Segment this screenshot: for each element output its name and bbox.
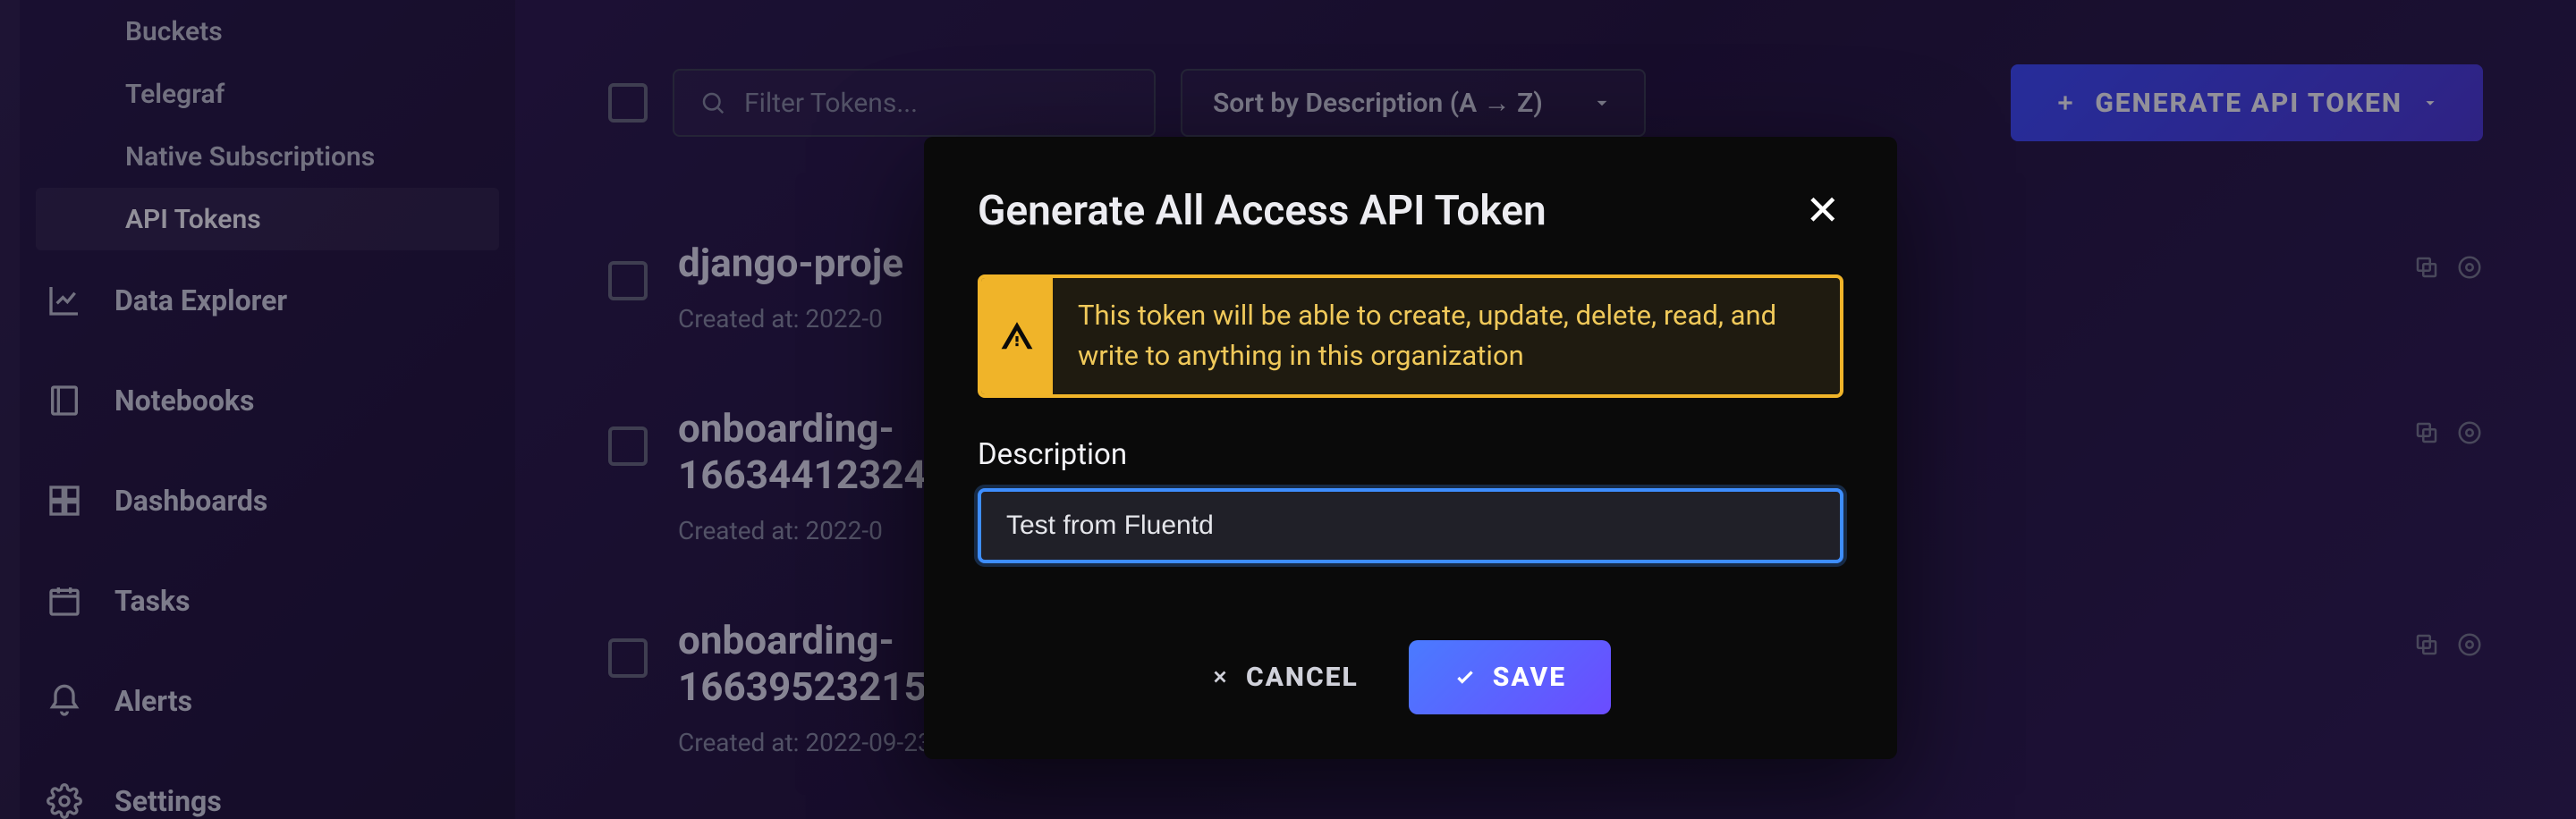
modal-title: Generate All Access API Token (978, 187, 1546, 235)
generate-token-modal: Generate All Access API Token ✕ This tok… (924, 137, 1897, 759)
close-button[interactable]: ✕ (1801, 187, 1843, 235)
cancel-label: CANCEL (1246, 662, 1359, 693)
check-icon (1453, 665, 1477, 688)
warning-banner: This token will be able to create, updat… (978, 274, 1843, 398)
close-icon: ✕ (1805, 187, 1840, 235)
warning-text: This token will be able to create, updat… (1053, 278, 1840, 394)
save-button[interactable]: SAVE (1409, 640, 1611, 714)
close-icon (1210, 667, 1230, 687)
warning-icon (981, 278, 1053, 394)
modal-header: Generate All Access API Token ✕ (978, 187, 1843, 235)
modal-actions: CANCEL SAVE (978, 640, 1843, 714)
save-label: SAVE (1493, 662, 1566, 693)
description-label: Description (978, 437, 1843, 472)
description-input[interactable] (978, 488, 1843, 563)
cancel-button[interactable]: CANCEL (1210, 662, 1359, 693)
